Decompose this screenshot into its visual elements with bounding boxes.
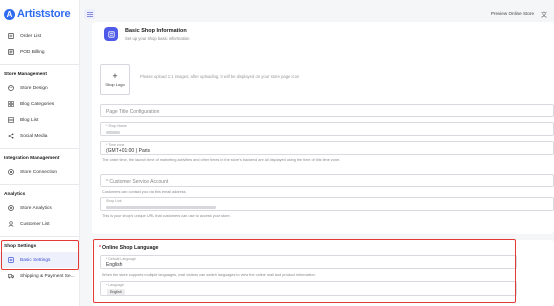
analytics-icon	[7, 204, 15, 212]
time-zone-select[interactable]: * Time zone (GMT+01:00 ) Paris	[100, 141, 554, 155]
shop-link-help: This is your shop's unique URL that cust…	[102, 214, 231, 218]
billing-icon	[7, 48, 15, 56]
truck-icon	[7, 272, 15, 280]
email-placeholder: * Customer Service Account	[106, 178, 169, 185]
main-content: Basic Shop Information Set up your shop …	[92, 22, 554, 306]
default-language-label: * Default Language	[106, 257, 136, 261]
sidebar-item-store-design[interactable]: Store Design	[0, 80, 79, 96]
sidebar-item-label: Shipping & Payment Se...	[20, 273, 75, 279]
shop-link-field[interactable]: Shop Link	[100, 197, 554, 211]
language-multiselect[interactable]: * Language English	[100, 281, 517, 296]
order-icon	[7, 32, 15, 40]
divider	[0, 64, 79, 65]
list-icon	[7, 116, 15, 124]
app-root: A Artiststore Order List POD Billing Sto…	[0, 0, 554, 306]
sidebar-item-shipping-payment[interactable]: Shipping & Payment Se...	[0, 268, 79, 284]
sidebar-item-blog-categories[interactable]: Blog Categories	[0, 96, 79, 112]
shop-info-icon	[104, 27, 118, 41]
time-zone-value: (GMT+01:00 ) Paris	[106, 148, 151, 154]
sidebar-item-pod-billing[interactable]: POD Billing	[0, 44, 79, 60]
customer-service-email-field[interactable]: * Customer Service Account	[100, 174, 554, 187]
sidebar-item-label: Blog Categories	[20, 101, 55, 107]
brand-logo[interactable]: A Artiststore	[0, 0, 79, 28]
sidebar-item-label: Blog List	[20, 117, 39, 123]
language-section-title: *Online Shop Language	[99, 245, 159, 251]
basic-info-card: Basic Shop Information Set up your shop …	[92, 22, 554, 234]
shop-name-field[interactable]: * Shop Name	[100, 122, 554, 136]
sidebar: A Artiststore Order List POD Billing Sto…	[0, 0, 80, 306]
settings-icon	[7, 256, 15, 264]
share-icon	[7, 132, 15, 140]
customer-icon	[7, 220, 15, 228]
shop-logo-upload[interactable]: + Shop Logo	[100, 64, 130, 95]
sidebar-item-label: POD Billing	[20, 49, 45, 55]
default-language-select[interactable]: * Default Language English	[100, 255, 517, 269]
section-subtitle: Set up your shop basic information	[125, 36, 190, 41]
section-title-shop-settings: Shop Settings	[4, 243, 37, 249]
shop-link-label: Shop Link	[106, 199, 122, 203]
plus-icon: +	[112, 71, 118, 81]
section-title-store-management: Store Management	[4, 71, 47, 77]
upload-label: Shop Logo	[105, 82, 125, 87]
sidebar-item-label: Customer List	[20, 221, 50, 227]
shop-name-label: * Shop Name	[106, 124, 127, 128]
grid-icon	[7, 100, 15, 108]
sidebar-item-label: Store Design	[20, 85, 48, 91]
page-title-placeholder: Page Title Configuration	[106, 108, 160, 115]
sidebar-item-label: Basic Settings	[20, 257, 51, 263]
language-help: When the store supports multiple languag…	[102, 273, 316, 277]
sidebar-item-label: Store Connection	[20, 169, 58, 175]
menu-toggle-button[interactable]	[84, 9, 95, 19]
divider	[0, 148, 79, 149]
sidebar-item-blog-list[interactable]: Blog List	[0, 112, 79, 128]
upload-hint: Please upload 1:1 images; after uploadin…	[140, 74, 300, 79]
sidebar-item-social-media[interactable]: Social Media	[0, 128, 79, 144]
translate-icon[interactable]: 文	[541, 10, 547, 19]
shop-name-value-redacted	[106, 131, 120, 134]
time-zone-help: The order time, the launch time of marke…	[102, 158, 341, 162]
sidebar-item-store-analytics[interactable]: Store Analytics	[0, 200, 79, 216]
sidebar-item-basic-settings[interactable]: Basic Settings	[0, 252, 79, 268]
section-title-integration: Integration Management	[4, 155, 60, 161]
language-tag[interactable]: English	[107, 289, 125, 295]
palette-icon	[7, 84, 15, 92]
section-title-analytics: Analytics	[4, 191, 26, 197]
logo-mark: A	[4, 8, 15, 20]
divider	[0, 184, 79, 185]
time-zone-label: * Time zone	[106, 143, 125, 147]
page-title-field[interactable]: Page Title Configuration	[100, 104, 554, 117]
sidebar-item-label: Store Analytics	[20, 205, 52, 211]
hamburger-icon	[86, 11, 93, 17]
sidebar-item-order-list[interactable]: Order List	[0, 28, 79, 44]
language-label: * Language	[106, 283, 124, 287]
email-help: Customers can contact you via this email…	[102, 190, 187, 194]
connection-icon	[7, 168, 15, 176]
sidebar-item-store-connection[interactable]: Store Connection	[0, 164, 79, 180]
sidebar-item-customer-list[interactable]: Customer List	[0, 216, 79, 232]
preview-online-store-link[interactable]: Preview Online Store	[491, 11, 534, 16]
default-language-value: English	[106, 262, 123, 268]
sidebar-item-label: Order List	[20, 33, 42, 39]
language-card: *Online Shop Language * Default Language…	[92, 240, 554, 306]
sidebar-item-label: Social Media	[20, 133, 48, 139]
divider	[0, 236, 79, 237]
brand-name: Artiststore	[17, 8, 71, 20]
section-title: Basic Shop Information	[125, 28, 187, 34]
shop-link-value-redacted	[106, 206, 216, 209]
